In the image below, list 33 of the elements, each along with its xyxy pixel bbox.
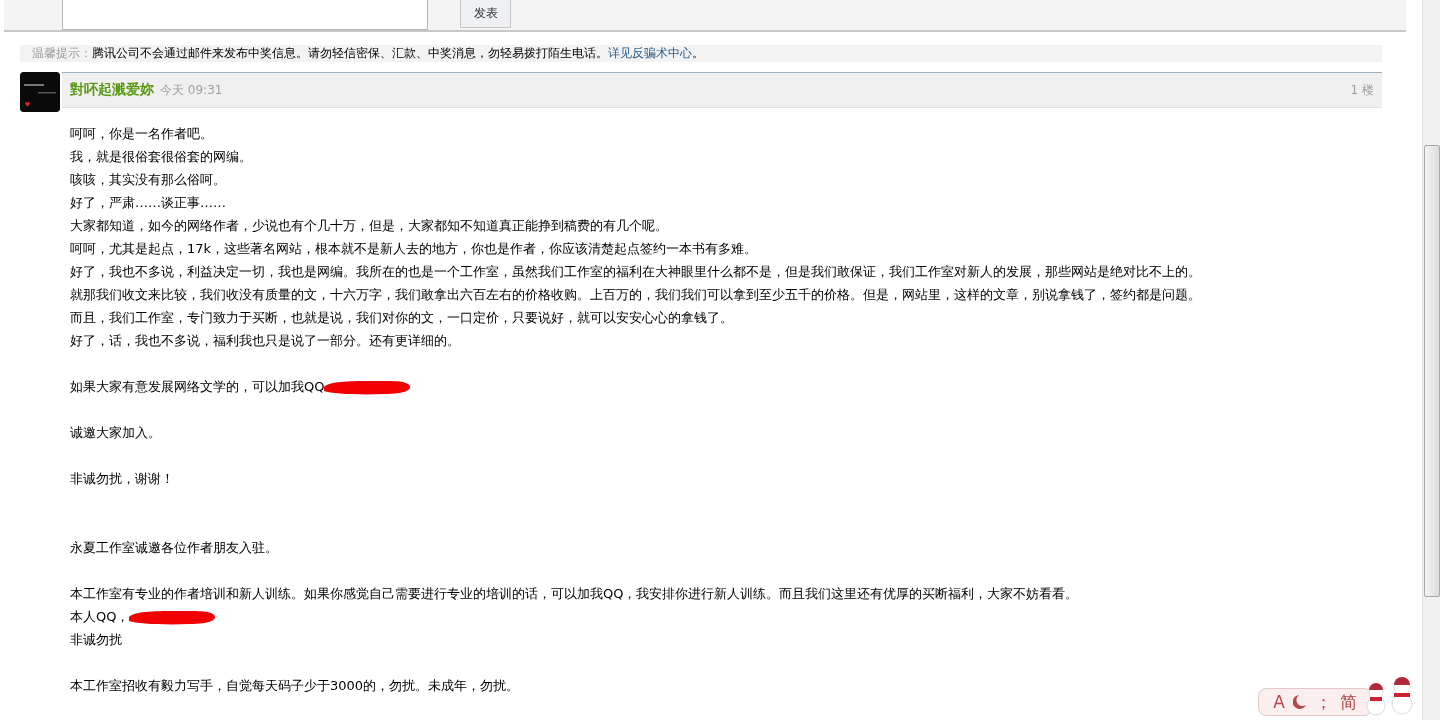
toolbar-label[interactable]: 简 bbox=[1340, 690, 1357, 714]
post-line: 呵呵，尤其是起点，17k，这些著名网站，根本就不是新人去的地方，你也是作者，你应该清楚起点签约一本书有多难。 bbox=[70, 240, 758, 258]
moon-icon[interactable] bbox=[1293, 694, 1307, 710]
post-time: 今天 09:31 bbox=[160, 81, 223, 99]
post-line: 好了，我也不多说，利益决定一切，我也是网编。我所在的也是一个工作室，虽然我们工作室的福利在大神眼里什么都不是，但是我们敢保证，我们工作室对新人的发展，那些网站是绝对比不上的。 bbox=[70, 263, 1201, 281]
submit-button[interactable]: 发表 bbox=[460, 0, 511, 28]
post-line: 非诚勿扰 bbox=[70, 631, 122, 649]
notice-text: 腾讯公司不会通过邮件来发布中奖信息。请勿轻信密保、汇款、中奖消息，勿轻易拨打陌生电话。 bbox=[92, 45, 608, 62]
post-line: 咳咳，其实没有那么俗呵。 bbox=[70, 171, 226, 189]
notice-period: 。 bbox=[692, 45, 704, 62]
post-line: 好了，严肃……谈正事…… bbox=[70, 194, 226, 212]
post-line: 我，就是很俗套很俗套的网编。 bbox=[70, 148, 252, 166]
post-line: 好了，话，我也不多说，福利我也只是说了一部分。还有更详细的。 bbox=[70, 332, 460, 350]
post-line: 本人QQ， bbox=[70, 608, 130, 626]
post-line: 呵呵，你是一名作者吧。 bbox=[70, 125, 213, 143]
post-line: 大家都知道，如今的网络作者，少说也有个几十万，但是，大家都知不知道真正能挣到稿费的有几个呢。 bbox=[70, 217, 668, 235]
post-line: 而且，我们工作室，专门致力于买断，也就是说，我们对你的文，一口定价，只要说好，就可以安安心心的拿钱了。 bbox=[70, 309, 733, 327]
toolbar-label[interactable]: A bbox=[1273, 692, 1285, 712]
post-line: 本工作室招收有毅力写手，自觉每天码子少于3000的，勿扰。未成年，勿扰。 bbox=[70, 677, 520, 695]
post-line: 非诚勿扰，谢谢！ bbox=[70, 470, 174, 488]
reply-text-field[interactable] bbox=[62, 0, 428, 30]
author-name[interactable]: 對吥起溅爱妳 bbox=[70, 81, 154, 99]
post-line: 永夏工作室诚邀各位作者朋友入驻。 bbox=[70, 539, 278, 557]
post-line: 本工作室有专业的作者培训和新人训练。如果你感觉自己需要进行专业的培训的话，可以加我QQ，我安排你进行新人训练。而且我们这里还有优厚的买断福利，大家不妨看看。 bbox=[70, 585, 1079, 603]
floor-number: 1 楼 bbox=[1350, 81, 1374, 99]
anti-fraud-link[interactable]: 详见反骗术中心 bbox=[608, 45, 692, 62]
post-line: 如果大家有意发展网络文学的，可以加我QQ bbox=[70, 378, 325, 396]
scrollbar[interactable] bbox=[1422, 0, 1440, 720]
scrollbar-thumb[interactable] bbox=[1424, 145, 1440, 597]
post-line: 诚邀大家加入。 bbox=[70, 424, 161, 442]
toolbar-label[interactable]: ； bbox=[1315, 690, 1332, 714]
notice-label: 温馨提示： bbox=[32, 45, 92, 62]
post-line: 就那我们收文来比较，我们收没有质量的文，十六万字，我们敢拿出六百左右的价格收购。上百万的，我们我们可以拿到至少五千的价格。但是，网站里，这样的文章，别说拿钱了，签约都是问题。 bbox=[70, 286, 1201, 304]
